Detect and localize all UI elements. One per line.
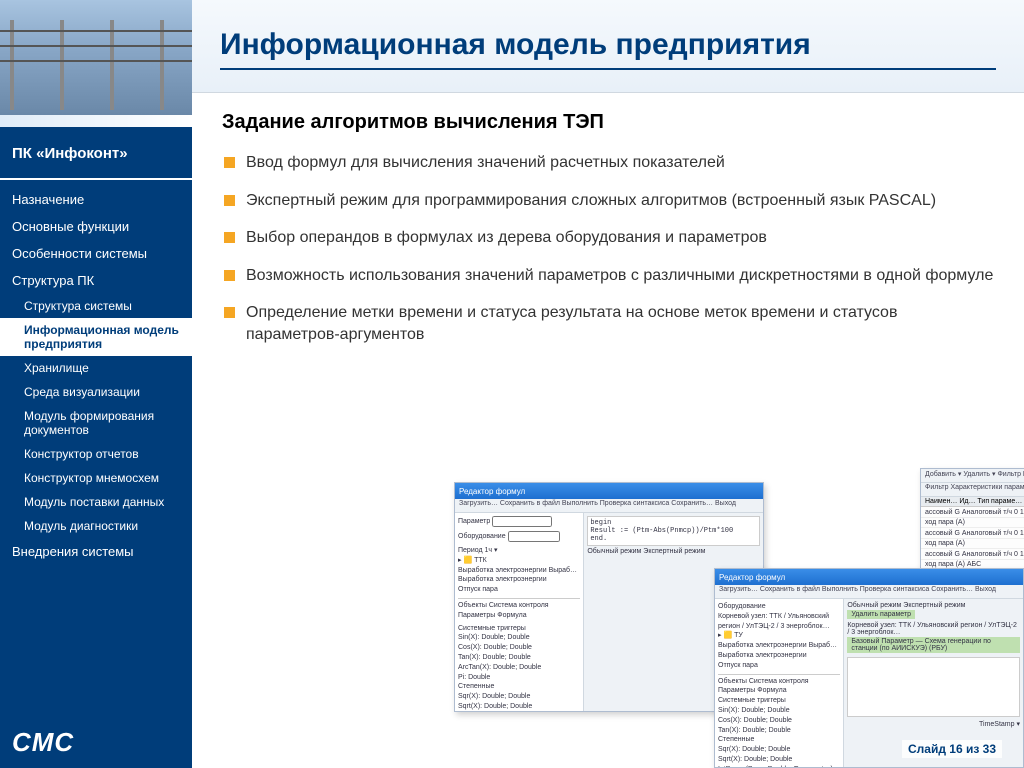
- bullet: Ввод формул для вычисления значений расч…: [222, 152, 994, 174]
- shot-filter: Фильтр Характеристики параме…: [921, 483, 1024, 497]
- nav-item[interactable]: Структура ПК: [0, 267, 192, 294]
- sidebar-photo: [0, 0, 192, 115]
- shot-panel: begin Result := (Ptm-Abs(Pnmcp))/Ptm*100…: [584, 513, 763, 711]
- table-row: ход пара (A) АБС: [921, 560, 1024, 570]
- sidebar-accent: [0, 115, 192, 127]
- nav-divider: [0, 178, 192, 180]
- nav-subitem[interactable]: Конструктор отчетов: [0, 442, 192, 466]
- shot-toolbar: Загрузить… Сохранить в файл Выполнить Пр…: [455, 499, 763, 513]
- title-rule: [220, 68, 996, 70]
- nav-subitem[interactable]: Среда визуализации: [0, 380, 192, 404]
- product-title: ПК «Инфоконт»: [0, 127, 192, 178]
- table-row: ассовый G Аналоговый т/ч 0 100 Перегреты…: [921, 570, 1024, 580]
- bullet: Возможность использования значений парам…: [222, 265, 994, 287]
- nav-subitem[interactable]: Модуль поставки данных: [0, 490, 192, 514]
- base-param: Базовый Параметр — Схема генерации по ст…: [847, 637, 1020, 653]
- title-bar: Информационная модель предприятия: [192, 0, 1024, 93]
- shot-tree: Оборудование Корневой узел: ТТК / Ульяно…: [715, 599, 844, 767]
- nav-subitem[interactable]: Хранилище: [0, 356, 192, 380]
- nav-item[interactable]: Особенности системы: [0, 240, 192, 267]
- nav-item[interactable]: Назначение: [0, 186, 192, 213]
- delete-param-btn: Удалить параметр: [847, 610, 915, 619]
- table-row: ассовый G Аналоговый т/ч 0 100 2 нитка К…: [921, 528, 1024, 539]
- sidebar: ПК «Инфоконт» Назначение Основные функци…: [0, 0, 192, 768]
- nav-subitem-active[interactable]: Информационная модель предприятия: [0, 318, 192, 356]
- slide-counter: Слайд 16 из 33: [902, 740, 1002, 758]
- nav-item[interactable]: Внедрения системы: [0, 538, 192, 565]
- bullet: Определение метки времени и статуса резу…: [222, 302, 994, 345]
- shot-tree: Параметр Оборудование Период 1ч ▾ ▸ 🟨 ТТ…: [455, 513, 584, 711]
- screenshot-formula-editor-2: Редактор формул Загрузить… Сохранить в ф…: [714, 568, 1024, 768]
- bullet: Выбор операндов в формулах из дерева обо…: [222, 227, 994, 249]
- bullet: Экспертный режим для программирования сл…: [222, 190, 994, 212]
- equip-input: [508, 531, 560, 542]
- table-header: Наимен… Ид… Тип параме… Ед… Мин… Макс… О…: [921, 497, 1024, 507]
- shot-title: Редактор формул: [719, 573, 785, 582]
- bullet-list: Ввод формул для вычисления значений расч…: [222, 152, 994, 346]
- logo: СМС: [12, 727, 180, 758]
- param-input: [492, 516, 552, 527]
- table-row: ход пара (A): [921, 518, 1024, 528]
- nav: Назначение Основные функции Особенности …: [0, 186, 192, 565]
- logo-wrap: СМС: [0, 713, 192, 768]
- table-row: ассовый G Аналоговый т/ч 0 100 1 нитка К…: [921, 507, 1024, 518]
- main: Информационная модель предприятия Задани…: [192, 0, 1024, 768]
- subtitle: Задание алгоритмов вычисления ТЭП: [222, 111, 994, 134]
- nav-subitem[interactable]: Конструктор мнемосхем: [0, 466, 192, 490]
- shot-toolbar: Загрузить… Сохранить в файл Выполнить Пр…: [715, 585, 1023, 599]
- screenshot-table: Добавить ▾ Удалить ▾ Фильтр Применить Сб…: [920, 468, 1024, 648]
- table-row: ассовый G Аналоговый т/ч 0 100 Перегреты…: [921, 549, 1024, 560]
- shot-title: Редактор формул: [459, 487, 525, 496]
- nav-item[interactable]: Основные функции: [0, 213, 192, 240]
- shot-titlebar: Редактор формул: [455, 483, 763, 499]
- slide: ПК «Инфоконт» Назначение Основные функци…: [0, 0, 1024, 768]
- screenshot-formula-editor: Редактор формул Загрузить… Сохранить в ф…: [454, 482, 764, 712]
- screenshot-cluster: Добавить ▾ Удалить ▾ Фильтр Применить Сб…: [384, 468, 1024, 738]
- content: Задание алгоритмов вычисления ТЭП Ввод ф…: [192, 93, 1024, 362]
- nav-subitem[interactable]: Модуль формирования документов: [0, 404, 192, 442]
- table-row: ход пара (A): [921, 539, 1024, 549]
- shot-titlebar: Редактор формул: [715, 569, 1023, 585]
- page-title: Информационная модель предприятия: [220, 28, 996, 62]
- shot-toolbar: Добавить ▾ Удалить ▾ Фильтр Применить Сб…: [921, 469, 1024, 483]
- nav-subitem[interactable]: Модуль диагностики: [0, 514, 192, 538]
- nav-subitem[interactable]: Структура системы: [0, 294, 192, 318]
